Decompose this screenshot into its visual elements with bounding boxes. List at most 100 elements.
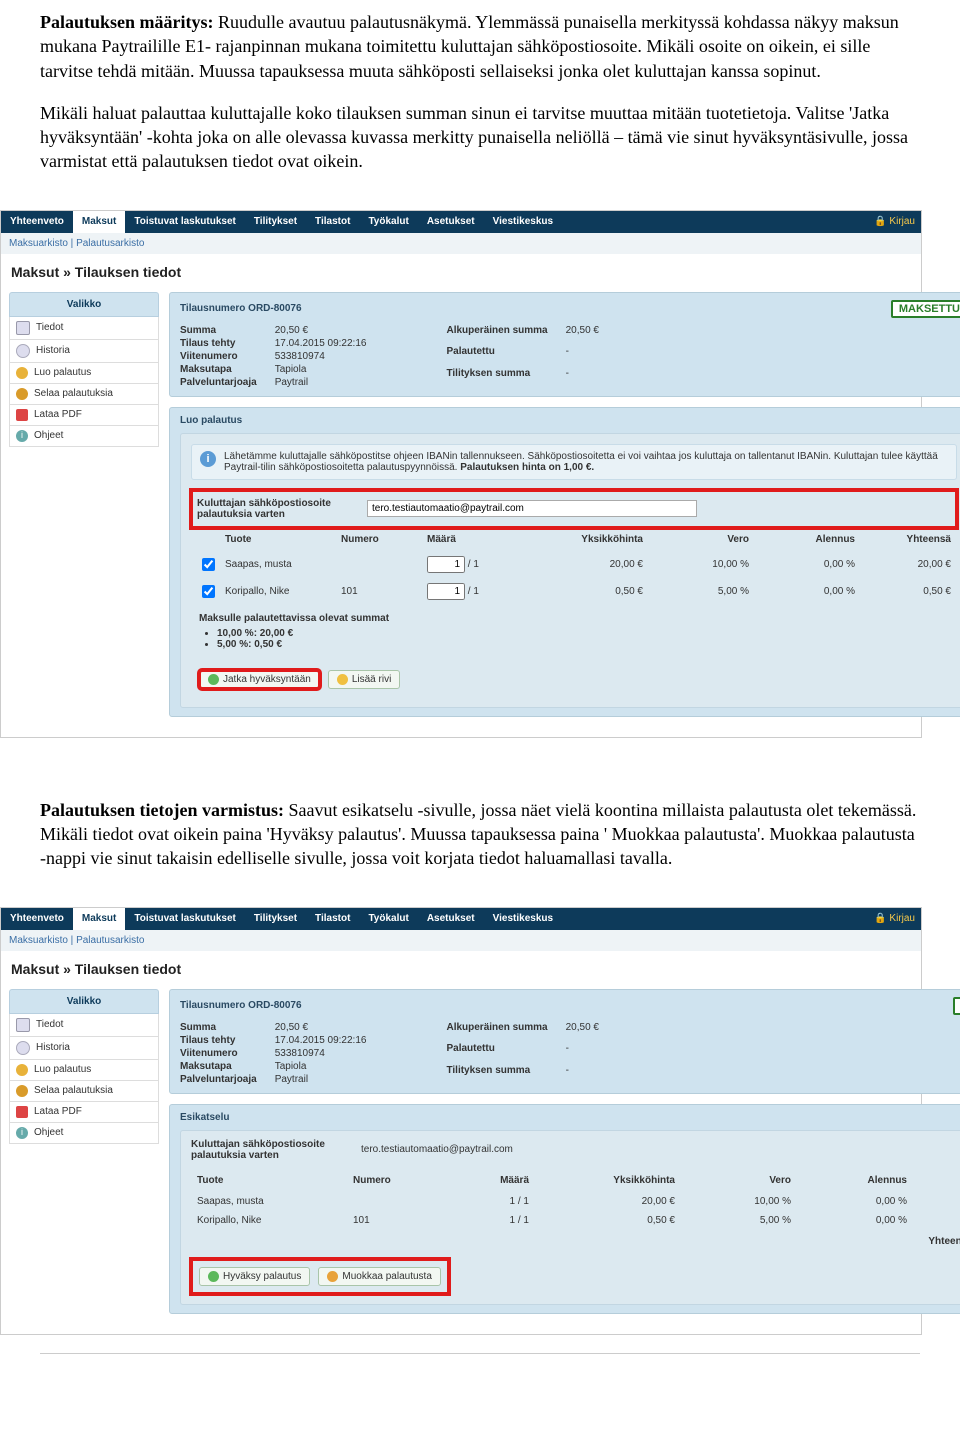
lbl-viite: Viitenumero: [180, 351, 257, 362]
side-menu-2: Valikko Tiedot Historia Luo palautus Sel…: [9, 989, 159, 1324]
tab-settings[interactable]: Asetukset: [418, 211, 484, 233]
info-icon: i: [16, 1127, 28, 1139]
subnav-refund-archive[interactable]: Palautusarkisto: [76, 935, 144, 946]
continue-approval-button[interactable]: Jatka hyväksyntään: [199, 670, 320, 689]
tab-settings[interactable]: Asetukset: [418, 908, 484, 930]
divider: [40, 1353, 920, 1354]
tab-tools[interactable]: Työkalut: [359, 211, 417, 233]
top-nav: Yhteenveto Maksut Toistuvat laskutukset …: [1, 211, 921, 233]
pdf-icon: [16, 1106, 28, 1118]
row-name: Saapas, musta: [225, 559, 335, 570]
doc-paragraph-block-2: Palautuksen tietojen varmistus: Saavut e…: [0, 788, 960, 899]
plus-icon: [337, 674, 348, 685]
row-checkbox[interactable]: [201, 558, 216, 571]
lbl-pal: Palautettu: [446, 346, 547, 366]
order-panel-title: Tilausnumero ORD-80076: [180, 303, 302, 314]
row-checkbox[interactable]: [201, 585, 216, 598]
tab-tools[interactable]: Työkalut: [359, 908, 417, 930]
preview-panel: Esikatselu Kuluttajan sähköpostiosoite p…: [169, 1104, 960, 1314]
tab-summary[interactable]: Yhteenveto: [1, 908, 73, 930]
coin-icon: [16, 1064, 28, 1076]
paid-badge: MAKSETTU: [891, 300, 960, 318]
doc-paragraph-block-1: Palautuksen määritys: Ruudulle avautuu p…: [0, 0, 960, 202]
email-label: Kuluttajan sähköpostiosoite palautuksia …: [197, 498, 347, 520]
sidemenu-pdf[interactable]: Lataa PDF: [9, 1102, 159, 1123]
tab-messages[interactable]: Viestikeskus: [484, 908, 562, 930]
tab-settlements[interactable]: Tilitykset: [245, 211, 306, 233]
order-panel-2: Tilausnumero ORD-80076 MAKSETTU Summa20,…: [169, 989, 960, 1094]
side-menu: Valikko Tiedot Historia Luo palautus Sel…: [9, 292, 159, 727]
lbl-tehty: Tilaus tehty: [180, 338, 257, 349]
sidemenu-ohjeet[interactable]: iOhjeet: [9, 426, 159, 447]
tab-payments[interactable]: Maksut: [73, 211, 125, 233]
pencil-icon: [327, 1271, 338, 1282]
sub-nav: Maksuarkisto | Palautusarkisto: [1, 233, 921, 254]
preview-row: Saapas, musta 1 / 1 20,00 € 10,00 % 0,00…: [191, 1192, 960, 1211]
subnav-refund-archive[interactable]: Palautusarkisto: [76, 238, 144, 249]
val-til: -: [566, 368, 599, 388]
approve-refund-button[interactable]: Hyväksy palautus: [199, 1267, 310, 1286]
p2-text: Mikäli haluat palauttaa kuluttajalle kok…: [40, 101, 920, 174]
val-tehty: 17.04.2015 09:22:16: [275, 338, 367, 349]
row-num: 101: [341, 586, 421, 597]
sidemenu-head: Valikko: [9, 989, 159, 1014]
preview-email-value: tero.testiautomaatio@paytrail.com: [361, 1144, 513, 1155]
sub-nav-2: Maksuarkisto | Palautusarkisto: [1, 930, 921, 951]
tab-messages[interactable]: Viestikeskus: [484, 211, 562, 233]
tab-settlements[interactable]: Tilitykset: [245, 908, 306, 930]
order-panel: Tilausnumero ORD-80076 MAKSETTU Summa 20,…: [169, 292, 960, 397]
sidemenu-selaa[interactable]: Selaa palautuksia: [9, 1081, 159, 1102]
subnav-archive[interactable]: Maksuarkisto: [9, 935, 68, 946]
lbl-til: Tilityksen summa: [446, 368, 547, 388]
sidemenu-ohjeet[interactable]: iOhjeet: [9, 1123, 159, 1144]
info-circle-icon: i: [200, 451, 216, 467]
tab-stats[interactable]: Tilastot: [306, 908, 359, 930]
clock-icon: [16, 1041, 30, 1055]
pdf-icon: [16, 409, 28, 421]
refund-panel-title: Luo palautus: [180, 415, 242, 426]
lbl-tapa: Maksutapa: [180, 364, 257, 375]
refundable-sums: Maksulle palautettavissa olevat summat 1…: [191, 605, 957, 662]
sidemenu-historia[interactable]: Historia: [9, 340, 159, 363]
preview-table-head: Tuote Numero Määrä Yksikköhinta Vero Ale…: [191, 1169, 960, 1192]
val-alku: 20,50 €: [566, 325, 599, 345]
add-row-button[interactable]: Lisää rivi: [328, 670, 400, 689]
sidemenu-luo[interactable]: Luo palautus: [9, 1060, 159, 1081]
coins-icon: [16, 1085, 28, 1097]
tab-recurring[interactable]: Toistuvat laskutukset: [125, 211, 245, 233]
sidemenu-luo[interactable]: Luo palautus: [9, 363, 159, 384]
sidemenu-tiedot[interactable]: Tiedot: [9, 1014, 159, 1037]
subnav-archive[interactable]: Maksuarkisto: [9, 238, 68, 249]
p1-bold: Palautuksen määritys:: [40, 12, 214, 32]
sidemenu-pdf[interactable]: Lataa PDF: [9, 405, 159, 426]
logout-link[interactable]: 🔒 Kirjau: [874, 216, 915, 227]
edit-refund-button[interactable]: Muokkaa palautusta: [318, 1267, 441, 1286]
p3-bold: Palautuksen tietojen varmistus:: [40, 800, 284, 820]
page-title: Maksut » Tilauksen tiedot: [1, 254, 921, 292]
preview-email-label: Kuluttajan sähköpostiosoite palautuksia …: [191, 1139, 341, 1161]
tab-recurring[interactable]: Toistuvat laskutukset: [125, 908, 245, 930]
screenshot-refund-form: Yhteenveto Maksut Toistuvat laskutukset …: [0, 210, 922, 738]
qty-input[interactable]: [427, 583, 465, 600]
sidemenu-selaa[interactable]: Selaa palautuksia: [9, 384, 159, 405]
sidemenu-historia[interactable]: Historia: [9, 1037, 159, 1060]
clock-icon: [16, 344, 30, 358]
tab-payments[interactable]: Maksut: [73, 908, 125, 930]
order-panel-title: Tilausnumero ORD-80076: [180, 1000, 302, 1011]
email-input[interactable]: [367, 500, 697, 517]
coins-icon: [16, 388, 28, 400]
preview-total: Yhteensä 20,50 €: [191, 1230, 960, 1253]
val-pal: -: [566, 346, 599, 366]
preview-row: Koripallo, Nike 101 1 / 1 0,50 € 5,00 % …: [191, 1211, 960, 1230]
lbl-summa: Summa: [180, 325, 257, 336]
logout-link[interactable]: 🔒 Kirjau: [874, 913, 915, 924]
sidemenu-head: Valikko: [9, 292, 159, 317]
check-icon: [208, 1271, 219, 1282]
page-title-2: Maksut » Tilauksen tiedot: [1, 951, 921, 989]
lbl-alku: Alkuperäinen summa: [446, 325, 547, 345]
tab-summary[interactable]: Yhteenveto: [1, 211, 73, 233]
qty-input[interactable]: [427, 556, 465, 573]
val-tapa: Tapiola: [275, 364, 367, 375]
sidemenu-tiedot[interactable]: Tiedot: [9, 317, 159, 340]
tab-stats[interactable]: Tilastot: [306, 211, 359, 233]
